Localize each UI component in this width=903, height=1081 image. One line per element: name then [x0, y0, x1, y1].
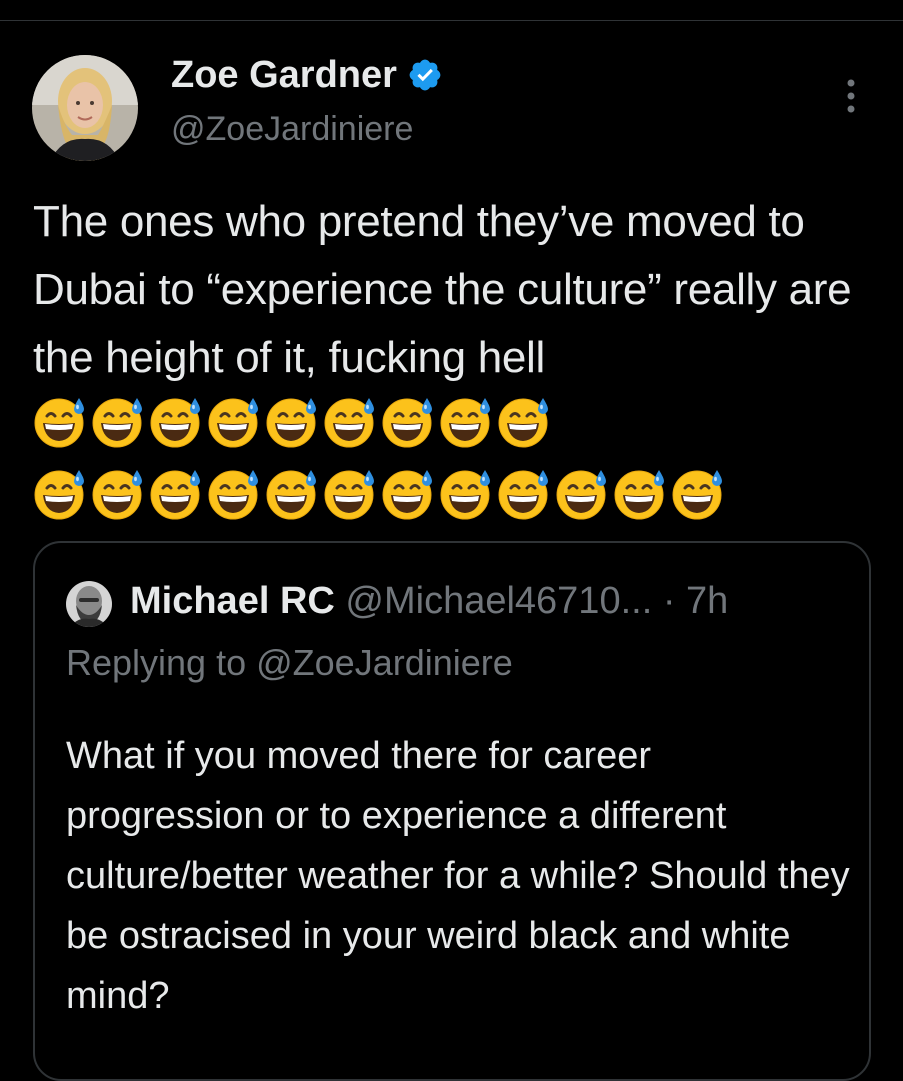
grinning-face-with-sweat-icon — [34, 470, 84, 520]
grinning-face-with-sweat-icon — [382, 470, 432, 520]
quote-header: Michael RC @Michael46710... · 7h — [130, 577, 728, 625]
tweet-body: The ones who pretend they’ve moved to Du… — [33, 188, 873, 520]
grinning-face-with-sweat-icon — [150, 470, 200, 520]
grinning-face-with-sweat-icon — [266, 398, 316, 448]
grinning-face-with-sweat-icon — [324, 470, 374, 520]
grinning-face-with-sweat-icon — [382, 398, 432, 448]
quote-author-name[interactable]: Michael RC — [130, 580, 335, 622]
grinning-face-with-sweat-icon — [498, 398, 548, 448]
quote-author-avatar[interactable] — [66, 581, 112, 627]
grinning-face-with-sweat-icon — [208, 398, 258, 448]
more-vertical-icon — [847, 79, 855, 113]
grinning-face-with-sweat-icon — [556, 470, 606, 520]
grinning-face-with-sweat-icon — [498, 470, 548, 520]
replying-prefix: Replying to — [66, 642, 247, 683]
quote-timestamp[interactable]: 7h — [686, 580, 728, 622]
tweet-text: The ones who pretend they’ve moved to Du… — [33, 197, 852, 382]
replying-to-line: Replying to @ZoeJardiniere — [66, 639, 513, 687]
author-name[interactable]: Zoe Gardner — [171, 52, 397, 98]
more-options-button[interactable] — [836, 76, 866, 116]
author-name-row[interactable]: Zoe Gardner — [171, 52, 443, 98]
grinning-face-with-sweat-icon — [440, 398, 490, 448]
grinning-face-with-sweat-icon — [672, 470, 722, 520]
verified-badge-icon[interactable] — [407, 57, 443, 93]
tweet-header: Zoe Gardner @ZoeJardiniere — [0, 0, 903, 175]
author-handle[interactable]: @ZoeJardiniere — [171, 107, 413, 151]
emoji-row-1 — [33, 394, 551, 448]
grinning-face-with-sweat-icon — [34, 398, 84, 448]
grinning-face-with-sweat-icon — [440, 470, 490, 520]
quote-text: What if you moved there for career progr… — [66, 735, 850, 1017]
emoji-row-2 — [33, 466, 873, 520]
grinning-face-with-sweat-icon — [614, 470, 664, 520]
grinning-face-with-sweat-icon — [92, 470, 142, 520]
grinning-face-with-sweat-icon — [208, 470, 258, 520]
grinning-face-with-sweat-icon — [150, 398, 200, 448]
quote-author-handle[interactable]: @Michael46710... — [345, 580, 652, 622]
quoted-tweet-card[interactable]: Michael RC @Michael46710... · 7h Replyin… — [33, 541, 871, 1081]
replying-to-handle[interactable]: @ZoeJardiniere — [256, 642, 513, 683]
grinning-face-with-sweat-icon — [266, 470, 316, 520]
quote-separator: · — [662, 580, 676, 622]
grinning-face-with-sweat-icon — [92, 398, 142, 448]
author-avatar[interactable] — [32, 55, 138, 161]
grinning-face-with-sweat-icon — [324, 398, 374, 448]
